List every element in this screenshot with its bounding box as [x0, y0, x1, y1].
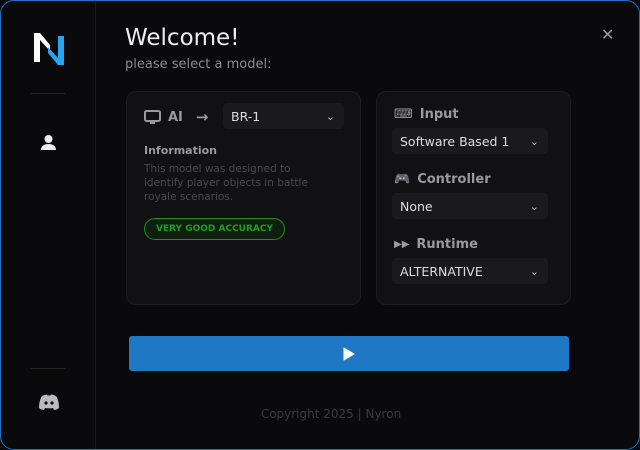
runtime-label: ▶▶ Runtime — [394, 237, 478, 252]
page-subtitle: please select a model: — [125, 57, 272, 72]
controller-label-text: Controller — [417, 172, 491, 187]
input-select-value: Software Based 1 — [400, 133, 510, 149]
runtime-label-text: Runtime — [416, 237, 478, 252]
sidebar — [1, 1, 96, 449]
input-select[interactable]: Software Based 1 ⌄ — [392, 128, 548, 154]
ai-label: AI — [168, 109, 183, 125]
chevron-down-icon: ⌄ — [529, 199, 539, 213]
app-window: Welcome! please select a model: ✕ AI → B… — [0, 0, 640, 450]
input-label-text: Input — [419, 107, 459, 122]
info-text: This model was designed to identify play… — [144, 163, 308, 203]
page-title: Welcome! — [125, 25, 240, 51]
model-select-value: BR-1 — [231, 108, 261, 124]
model-label: AI → — [144, 108, 208, 126]
fast-forward-icon: ▶▶ — [394, 239, 410, 250]
controller-label: 🎮 Controller — [394, 172, 491, 187]
chevron-down-icon: ⌄ — [529, 134, 539, 148]
close-button[interactable]: ✕ — [601, 25, 614, 44]
model-select[interactable]: BR-1 ⌄ — [223, 103, 344, 129]
controller-select[interactable]: None ⌄ — [392, 193, 548, 219]
chevron-down-icon: ⌄ — [529, 264, 539, 278]
user-icon[interactable] — [40, 134, 57, 151]
monitor-icon — [144, 109, 161, 124]
runtime-select-value: ALTERNATIVE — [400, 263, 483, 279]
copyright-text: Copyright 2025 | Nyron — [260, 407, 402, 421]
info-heading: Information — [144, 144, 217, 157]
gamepad-icon: 🎮 — [394, 172, 411, 187]
arrow-right-icon: → — [195, 108, 209, 126]
settings-card: ⌨ Input Software Based 1 ⌄ 🎮 Controller Non… — [376, 91, 571, 305]
start-button[interactable] — [129, 336, 569, 371]
runtime-select[interactable]: ALTERNATIVE ⌄ — [392, 258, 548, 284]
keyboard-icon: ⌨ — [394, 107, 413, 122]
chevron-down-icon: ⌄ — [325, 109, 335, 123]
accuracy-badge: VERY GOOD ACCURACY — [144, 218, 285, 240]
play-icon — [343, 347, 355, 360]
model-card: AI → BR-1 ⌄ Information This model was de… — [126, 91, 361, 305]
nyron-logo-icon — [34, 33, 64, 65]
controller-select-value: None — [400, 198, 433, 214]
divider — [31, 368, 65, 369]
input-label: ⌨ Input — [394, 107, 459, 122]
divider — [31, 93, 65, 94]
